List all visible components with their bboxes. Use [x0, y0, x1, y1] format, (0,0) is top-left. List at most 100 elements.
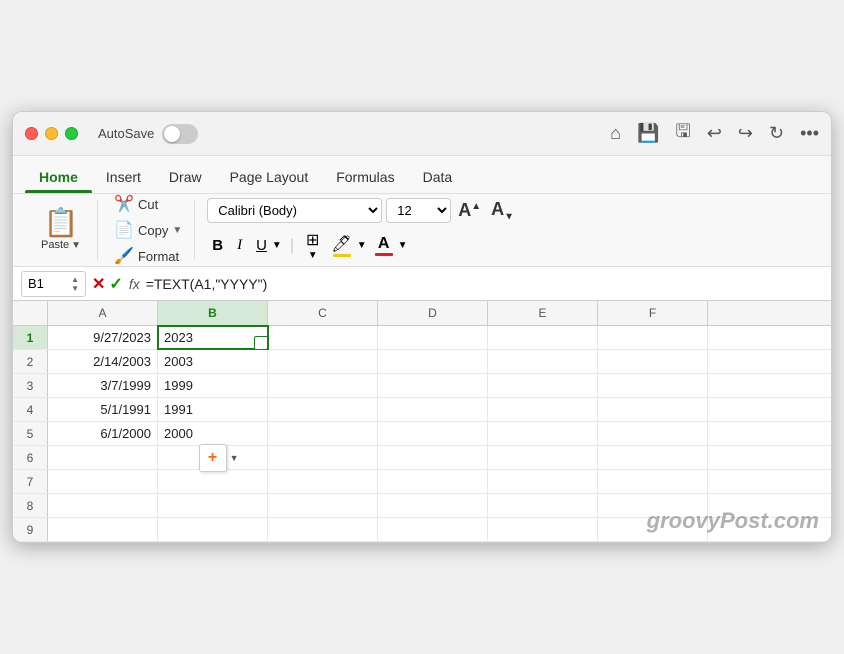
border-dropdown-arrow[interactable]: ▼	[308, 250, 318, 261]
cell-b9[interactable]	[158, 518, 268, 541]
cell-b5[interactable]: 2000	[158, 422, 268, 445]
cell-a2[interactable]: 2/14/2003	[48, 350, 158, 373]
border-button[interactable]: ⊞ ▼	[302, 228, 323, 263]
cell-e1[interactable]	[488, 326, 598, 349]
minimize-button[interactable]	[45, 127, 58, 140]
cell-b2[interactable]: 2003	[158, 350, 268, 373]
cell-a8[interactable]	[48, 494, 158, 517]
underline-dropdown-arrow[interactable]: ▼	[272, 240, 282, 251]
cell-f1[interactable]	[598, 326, 708, 349]
formula-input[interactable]	[146, 276, 823, 292]
cell-d4[interactable]	[378, 398, 488, 421]
cell-f8[interactable]	[598, 494, 708, 517]
cell-c9[interactable]	[268, 518, 378, 541]
tab-page-layout[interactable]: Page Layout	[216, 163, 323, 193]
font-family-select[interactable]: Calibri (Body)	[207, 198, 382, 223]
cell-c6[interactable]	[268, 446, 378, 469]
cell-reference-box[interactable]: B1 ▲ ▼	[21, 271, 86, 297]
copy-dropdown-arrow[interactable]: ▼	[172, 225, 182, 236]
font-color-dropdown-arrow[interactable]: ▼	[398, 240, 408, 251]
cell-a9[interactable]	[48, 518, 158, 541]
increase-font-size-icon[interactable]: A▲	[455, 198, 484, 223]
cell-d3[interactable]	[378, 374, 488, 397]
cell-d5[interactable]	[378, 422, 488, 445]
cell-c5[interactable]	[268, 422, 378, 445]
tab-data[interactable]: Data	[409, 163, 467, 193]
autosave-toggle[interactable]	[162, 124, 198, 144]
cell-e6[interactable]	[488, 446, 598, 469]
cell-f2[interactable]	[598, 350, 708, 373]
cell-a1[interactable]: 9/27/2023	[48, 326, 158, 349]
cell-d9[interactable]	[378, 518, 488, 541]
tab-draw[interactable]: Draw	[155, 163, 216, 193]
fill-options-icon[interactable]: + ▼	[199, 444, 227, 472]
fill-color-button[interactable]: 🖊	[327, 232, 355, 259]
cell-d1[interactable]	[378, 326, 488, 349]
cell-a4[interactable]: 5/1/1991	[48, 398, 158, 421]
cell-f3[interactable]	[598, 374, 708, 397]
cell-c8[interactable]	[268, 494, 378, 517]
cell-c2[interactable]	[268, 350, 378, 373]
format-button[interactable]: 🖌️ Format	[110, 244, 186, 268]
cell-c4[interactable]	[268, 398, 378, 421]
confirm-formula-icon[interactable]: ✓	[109, 274, 122, 294]
bold-button[interactable]: B	[207, 235, 228, 256]
cell-e7[interactable]	[488, 470, 598, 493]
cell-a7[interactable]	[48, 470, 158, 493]
cell-c3[interactable]	[268, 374, 378, 397]
cloud-save-icon[interactable]: 🖫	[675, 119, 690, 149]
fill-color-dropdown-arrow[interactable]: ▼	[357, 240, 367, 251]
cell-a5[interactable]: 6/1/2000	[48, 422, 158, 445]
paste-button[interactable]: 📋 Paste ▼	[33, 205, 89, 255]
underline-button[interactable]: U	[251, 235, 272, 256]
cell-e3[interactable]	[488, 374, 598, 397]
close-button[interactable]	[25, 127, 38, 140]
home-icon[interactable]: ⌂	[610, 123, 621, 144]
cell-e5[interactable]	[488, 422, 598, 445]
italic-button[interactable]: I	[232, 235, 247, 256]
cell-d7[interactable]	[378, 470, 488, 493]
cell-d8[interactable]	[378, 494, 488, 517]
cell-e2[interactable]	[488, 350, 598, 373]
redo-arrow-icon[interactable]: ↪	[738, 123, 753, 144]
font-color-icon: A	[378, 235, 390, 253]
cell-f5[interactable]	[598, 422, 708, 445]
cell-b6[interactable]: + ▼	[158, 446, 268, 469]
cell-b3[interactable]: 1999	[158, 374, 268, 397]
cell-e9[interactable]	[488, 518, 598, 541]
cell-f6[interactable]	[598, 446, 708, 469]
decrease-font-size-icon[interactable]: A▼	[488, 197, 517, 225]
cell-b8[interactable]	[158, 494, 268, 517]
cell-c1[interactable]	[268, 326, 378, 349]
cell-b4[interactable]: 1991	[158, 398, 268, 421]
cell-d6[interactable]	[378, 446, 488, 469]
cell-f4[interactable]	[598, 398, 708, 421]
maximize-button[interactable]	[65, 127, 78, 140]
tab-insert[interactable]: Insert	[92, 163, 155, 193]
cell-e8[interactable]	[488, 494, 598, 517]
paste-dropdown-arrow[interactable]: ▼	[71, 240, 81, 251]
cell-c7[interactable]	[268, 470, 378, 493]
cell-f7[interactable]	[598, 470, 708, 493]
cell-f9[interactable]	[598, 518, 708, 541]
cell-a6[interactable]	[48, 446, 158, 469]
cell-b7[interactable]	[158, 470, 268, 493]
cancel-formula-icon[interactable]: ✕	[92, 274, 105, 294]
column-header-row: A B C D E F	[13, 301, 831, 326]
refresh-icon[interactable]: ↻	[769, 123, 784, 144]
fill-handle[interactable]	[254, 336, 268, 350]
font-color-button[interactable]: A	[371, 233, 397, 258]
copy-button[interactable]: 📄 Copy ▼	[110, 218, 186, 242]
save-icon[interactable]: 💾	[637, 123, 659, 144]
cell-a3[interactable]: 3/7/1999	[48, 374, 158, 397]
cell-b1[interactable]: 2023	[158, 326, 268, 349]
cell-e4[interactable]	[488, 398, 598, 421]
font-size-select[interactable]: 12	[386, 198, 451, 223]
more-icon[interactable]: •••	[800, 123, 819, 144]
undo-icon[interactable]: ↩	[707, 123, 722, 144]
fill-dropdown-arrow[interactable]: ▼	[230, 453, 239, 463]
tab-home[interactable]: Home	[25, 163, 92, 193]
cut-button[interactable]: ✂️ Cut	[110, 192, 186, 216]
cell-d2[interactable]	[378, 350, 488, 373]
tab-formulas[interactable]: Formulas	[322, 163, 408, 193]
